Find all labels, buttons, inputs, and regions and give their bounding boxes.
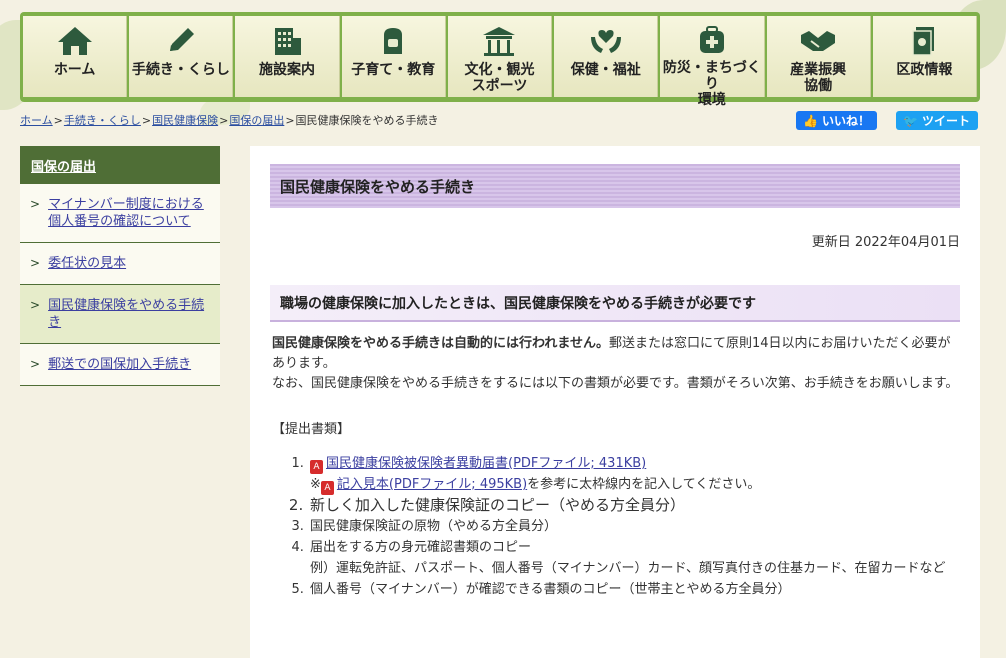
sidebar-item-withdraw[interactable]: > 国民健康保険をやめる手続き	[20, 285, 220, 344]
sidebar-item-mynumber[interactable]: > マイナンバー制度における個人番号の確認について	[20, 184, 220, 243]
building-icon	[267, 24, 307, 58]
doc4-text: 届出をする方の身元確認書類のコピー	[310, 540, 532, 555]
sidebar-item-label[interactable]: 国民健康保険をやめる手続き	[48, 297, 214, 331]
chevron-right-icon: >	[30, 357, 41, 371]
sidebar-item-label[interactable]: 郵送での国保加入手続き	[48, 356, 191, 373]
chevron-right-icon: >	[30, 256, 41, 270]
sidebar: 国保の届出 > マイナンバー制度における個人番号の確認について > 委任状の見本…	[20, 146, 220, 386]
sidebar-item-label[interactable]: マイナンバー制度における個人番号の確認について	[48, 196, 214, 230]
list-item: A国民健康保険被保険者異動届書(PDFファイル; 431KB) ※A記入見本(P…	[308, 453, 960, 495]
section-heading: 職場の健康保険に加入したときは、国民健康保険をやめる手続きが必要です	[270, 285, 960, 322]
nav-label: 保健・福祉	[570, 62, 641, 78]
nav-culture[interactable]: 文化・観光 スポーツ	[447, 16, 553, 97]
emergency-bag-icon	[692, 24, 732, 56]
pdf-icon: A	[320, 481, 334, 495]
nav-label: 手続き・くらし	[131, 62, 230, 78]
main-content: 国民健康保険をやめる手続き 更新日 2022年04月01日 職場の健康保険に加入…	[250, 146, 980, 658]
docs-list: A国民健康保険被保険者異動届書(PDFファイル; 431KB) ※A記入見本(P…	[270, 453, 960, 600]
breadcrumb-separator: >	[53, 114, 63, 127]
like-label: いいね！	[821, 114, 870, 128]
document-icon	[904, 24, 944, 58]
nav-facilities[interactable]: 施設案内	[235, 16, 340, 97]
nav-label: 施設案内	[259, 62, 316, 78]
docs-heading: 【提出書類】	[272, 422, 351, 437]
shrine-icon	[479, 24, 519, 58]
nav-home[interactable]: ホーム	[23, 16, 128, 97]
nav-industry[interactable]: 産業振興 協働	[766, 16, 871, 97]
sidebar-item-proxy[interactable]: > 委任状の見本	[20, 243, 220, 285]
twitter-bird-icon: 🐦	[903, 113, 918, 128]
global-nav: ホーム 手続き・くらし 施設案内 子育て・教育 文化・観光 スポーツ 保健・福祉	[20, 12, 980, 108]
facebook-like-button[interactable]: 👍 いいね！	[796, 111, 877, 130]
chevron-right-icon: >	[30, 197, 41, 211]
page-title: 国民健康保険をやめる手続き	[270, 164, 960, 208]
nav-disaster[interactable]: 防災・まちづくり 環境	[660, 16, 765, 108]
handshake-icon	[798, 24, 838, 58]
sidebar-item-label[interactable]: 委任状の見本	[48, 255, 126, 272]
chevron-right-icon: >	[30, 298, 41, 312]
doc4-example: 例）運転免許証、パスポート、個人番号（マイナンバー）カード、顔写真付きの住基カー…	[310, 561, 946, 576]
nav-label: 産業振興 協働	[790, 62, 847, 94]
tweet-label: ツイート	[921, 114, 970, 128]
updated-date: 更新日 2022年04月01日	[811, 235, 960, 250]
breadcrumb-link[interactable]: ホーム	[20, 114, 53, 127]
breadcrumb-separator: >	[219, 114, 229, 127]
nav-label: 文化・観光 スポーツ	[464, 62, 535, 94]
pencil-icon	[161, 24, 201, 58]
breadcrumb-separator: >	[285, 114, 295, 127]
thumbs-up-icon: 👍	[803, 113, 818, 128]
breadcrumb-link[interactable]: 国保の届出	[229, 114, 284, 127]
pdf-icon: A	[310, 460, 323, 474]
list-item: 新しく加入した健康保険証のコピー（やめる方全員分）	[308, 495, 960, 516]
intro-paragraph: 国民健康保険をやめる手続きは自動的には行われません。郵送または窓口にて原則14日…	[270, 334, 960, 394]
nav-label: 防災・まちづくり 環境	[662, 60, 761, 108]
intro-note: なお、国民健康保険をやめる手続きをするには以下の書類が必要です。書類がそろい次第…	[272, 376, 959, 391]
note-rest: を参考に太枠線内を記入してください。	[527, 477, 761, 492]
backpack-icon	[373, 24, 413, 58]
breadcrumb: ホーム>手続き・くらし>国民健康保険>国保の届出>国民健康保険をやめる手続き	[20, 112, 439, 128]
nav-childcare[interactable]: 子育て・教育	[341, 16, 446, 97]
nav-government[interactable]: 区政情報	[872, 16, 977, 97]
nav-label: 区政情報	[896, 62, 953, 78]
list-item: 個人番号（マイナンバー）が確認できる書類のコピー（世帯主とやめる方全員分）	[308, 579, 960, 600]
doc1-note: ※ A 記入見本(PDFファイル; 495KB)を参考に太枠線内を記入してください。	[310, 474, 960, 495]
sidebar-item-mail[interactable]: > 郵送での国保加入手続き	[20, 344, 220, 386]
breadcrumb-separator: >	[141, 114, 152, 127]
nav-health[interactable]: 保健・福祉	[554, 16, 659, 97]
heart-hands-icon	[586, 24, 626, 58]
list-item: 届出をする方の身元確認書類のコピー 例）運転免許証、パスポート、個人番号（マイナ…	[308, 537, 960, 579]
intro-bold: 国民健康保険をやめる手続きは自動的には行われません。	[272, 336, 609, 351]
nav-procedures[interactable]: 手続き・くらし	[129, 16, 234, 97]
breadcrumb-current: 国民健康保険をやめる手続き	[295, 114, 439, 127]
list-item: 国民健康保険証の原物（やめる方全員分）	[308, 516, 960, 537]
sidebar-heading[interactable]: 国保の届出	[20, 146, 220, 184]
tweet-button[interactable]: 🐦 ツイート	[896, 111, 978, 130]
nav-label: ホーム	[53, 62, 96, 78]
nav-label: 子育て・教育	[351, 62, 436, 78]
pdf-link-sample[interactable]: 記入見本(PDFファイル; 495KB)	[337, 477, 527, 492]
pdf-link-form[interactable]: 国民健康保険被保険者異動届書(PDFファイル; 431KB)	[326, 456, 646, 471]
home-icon	[55, 24, 95, 58]
note-mark: ※	[310, 477, 321, 492]
breadcrumb-link[interactable]: 手続き・くらし	[64, 114, 141, 127]
breadcrumb-link[interactable]: 国民健康保険	[152, 114, 218, 127]
